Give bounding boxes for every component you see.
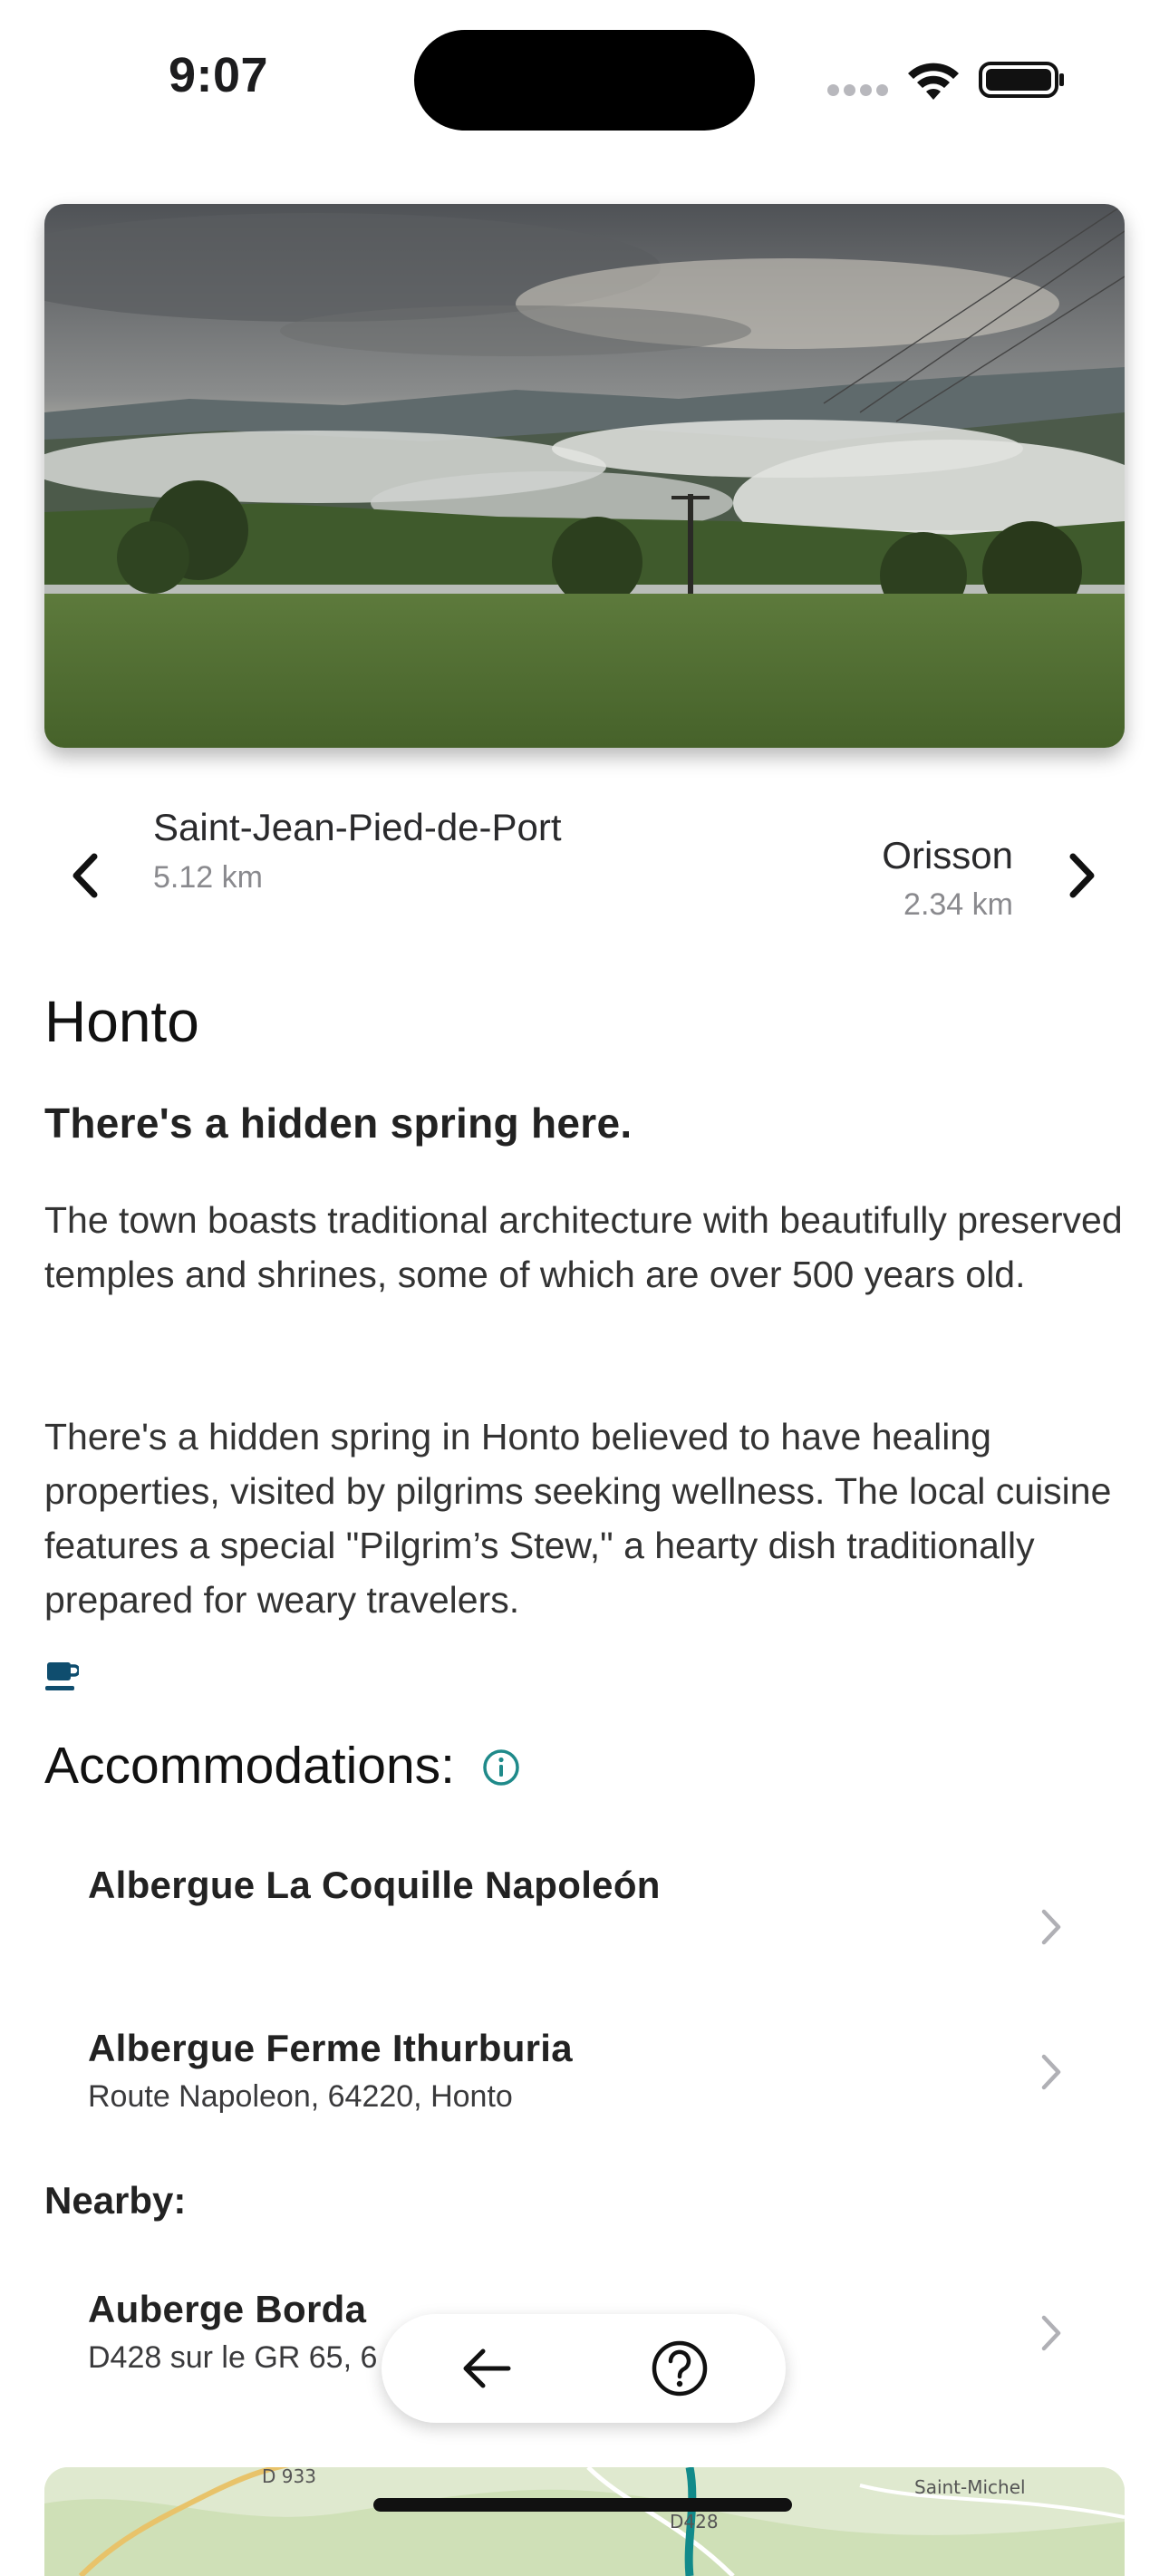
chevron-right-icon bbox=[1041, 2315, 1061, 2351]
accommodation-name: Albergue La Coquille Napoleón bbox=[88, 1864, 661, 1906]
previous-stage-button[interactable] bbox=[53, 843, 118, 908]
accommodation-address: Route Napoleon, 64220, Honto bbox=[88, 2079, 513, 2114]
nearby-name: Auberge Borda bbox=[88, 2288, 367, 2330]
back-button[interactable] bbox=[454, 2336, 519, 2401]
wifi-icon bbox=[908, 63, 959, 100]
accommodation-name: Albergue Ferme Ithurburia bbox=[88, 2027, 573, 2069]
status-time: 9:07 bbox=[169, 48, 269, 102]
dynamic-island bbox=[414, 30, 755, 131]
help-button[interactable] bbox=[647, 2336, 712, 2401]
map-label: D428 bbox=[670, 2511, 719, 2532]
next-stage[interactable]: Orisson 2.34 km bbox=[882, 829, 1013, 923]
nearby-address: D428 sur le GR 65, 6 bbox=[88, 2340, 378, 2375]
next-stage-name: Orisson bbox=[882, 834, 1013, 876]
previous-stage-name: Saint-Jean-Pied-de-Port bbox=[153, 806, 562, 848]
info-icon[interactable] bbox=[481, 1748, 521, 1787]
chevron-right-icon bbox=[1041, 2054, 1061, 2090]
floating-toolbar bbox=[382, 2314, 786, 2423]
previous-stage[interactable]: Saint-Jean-Pied-de-Port 5.12 km bbox=[153, 800, 588, 896]
accommodations-title: Accommodations: bbox=[44, 1737, 456, 1795]
town-headline: There's a hidden spring here. bbox=[44, 1099, 633, 1147]
accommodation-item[interactable]: Albergue Ferme Ithurburia Route Napoleon… bbox=[44, 2012, 1125, 2130]
next-stage-button[interactable] bbox=[1049, 843, 1115, 908]
nearby-title: Nearby: bbox=[44, 2179, 187, 2222]
coffee-cup-icon bbox=[45, 1662, 79, 1690]
next-stage-distance: 2.34 km bbox=[903, 887, 1013, 922]
town-description-paragraph: There's a hidden spring in Honto believe… bbox=[44, 1416, 1112, 1621]
map-label: D 933 bbox=[262, 2467, 316, 2487]
route-map[interactable]: D 933 Saint-Michel D428 bbox=[44, 2467, 1125, 2576]
previous-stage-distance: 5.12 km bbox=[153, 860, 263, 895]
cellular-signal-icon bbox=[827, 84, 889, 97]
help-question-icon bbox=[652, 2340, 708, 2397]
battery-icon bbox=[979, 62, 1064, 98]
town-description-paragraph: The town boasts traditional architecture… bbox=[44, 1199, 1123, 1295]
chevron-right-icon bbox=[1041, 1909, 1061, 1945]
accommodation-item[interactable]: Albergue La Coquille Napoleón bbox=[44, 1849, 1125, 1967]
arrow-left-icon bbox=[463, 2348, 511, 2388]
town-title: Honto bbox=[44, 989, 199, 1054]
chevron-left-icon bbox=[72, 853, 98, 898]
home-indicator bbox=[373, 2498, 792, 2512]
chevron-right-icon bbox=[1069, 853, 1095, 898]
map-label: Saint-Michel bbox=[914, 2476, 1026, 2498]
hero-image bbox=[44, 204, 1125, 748]
